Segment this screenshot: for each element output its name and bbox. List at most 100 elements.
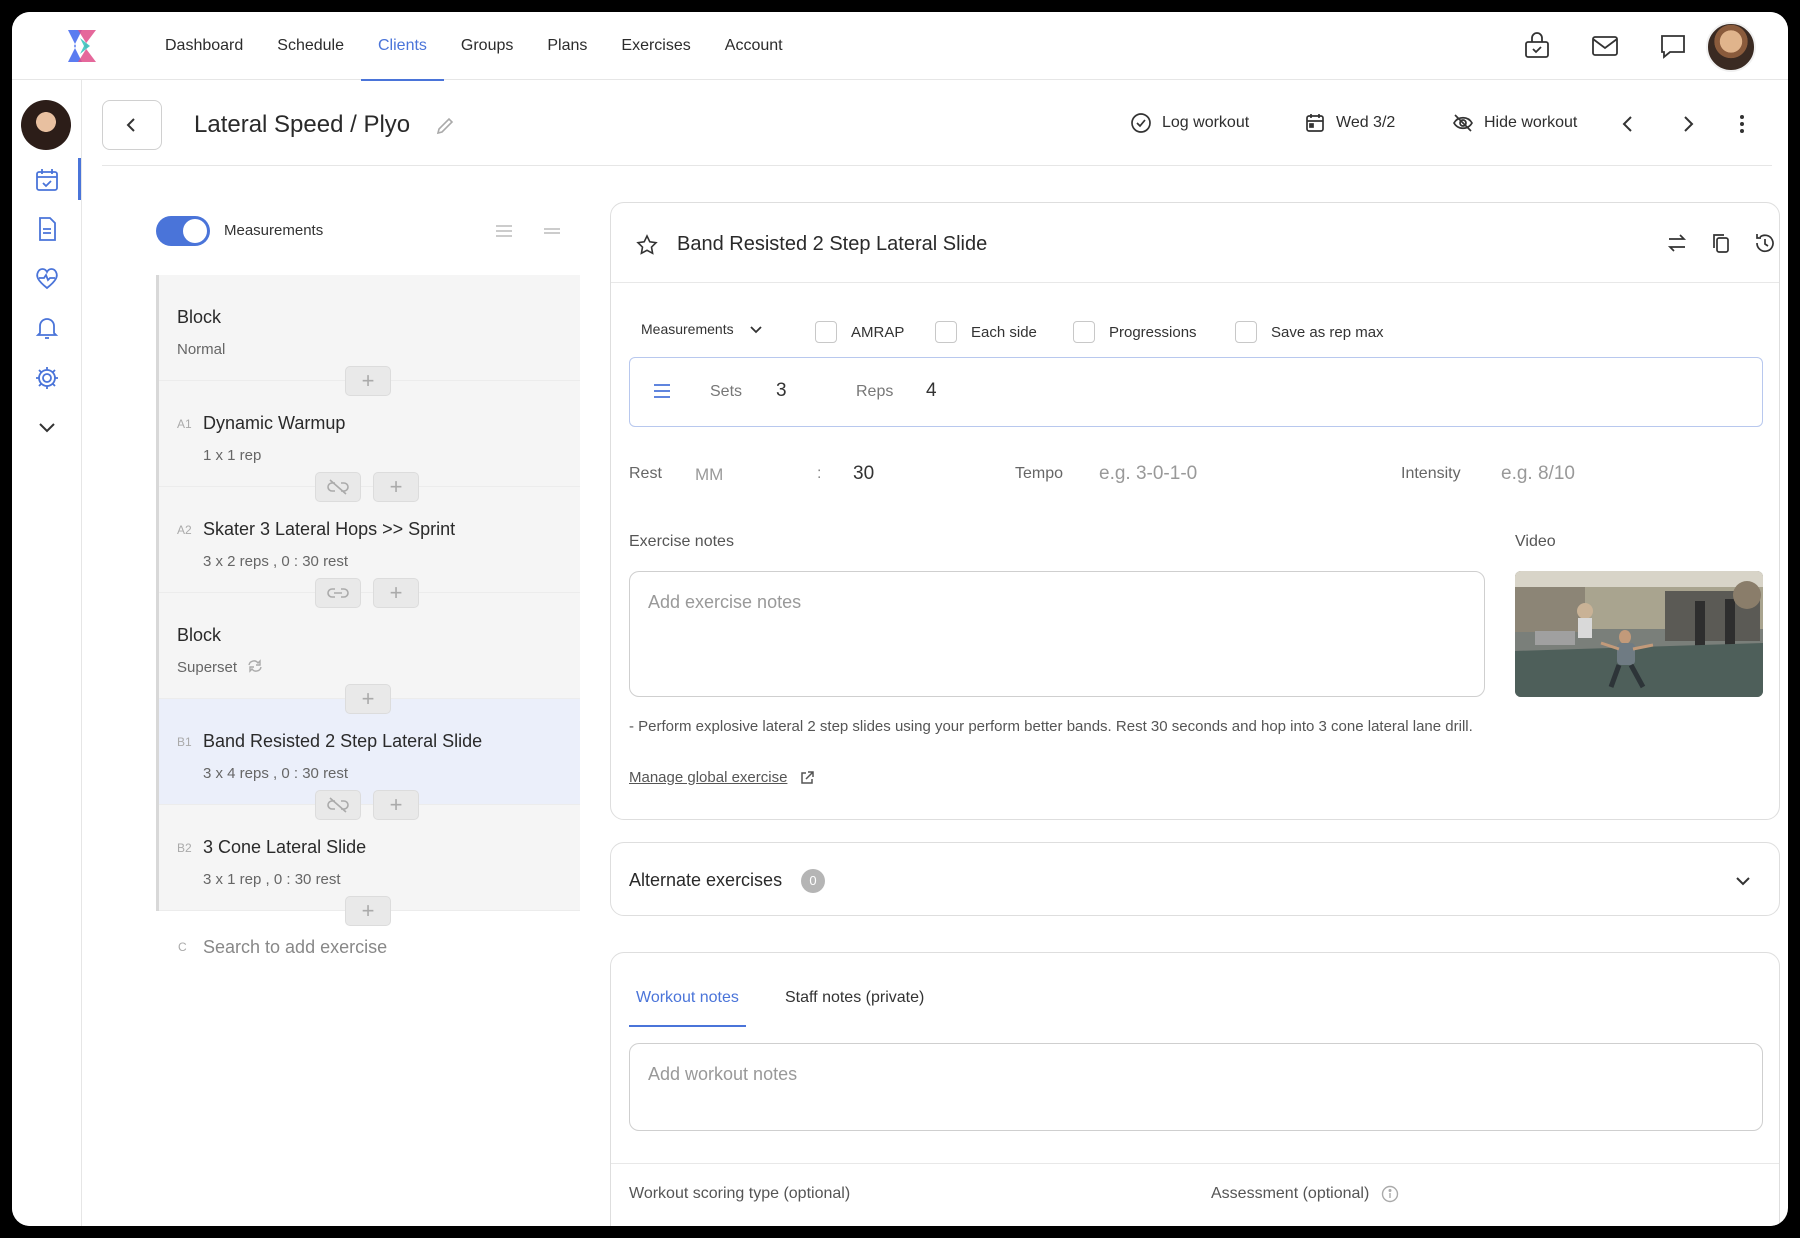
drag-handle-icon[interactable] [652, 382, 672, 400]
star-icon[interactable] [635, 233, 659, 257]
document-icon[interactable] [33, 215, 61, 243]
app-logo-icon[interactable] [62, 28, 102, 64]
calendar-check-icon[interactable] [33, 166, 61, 194]
left-rail [12, 80, 82, 1226]
exercise-code: B1 [177, 735, 192, 749]
measurements-toggle-label: Measurements [224, 222, 324, 239]
list-item-exercise-b2[interactable]: B2 3 Cone Lateral Slide 3 x 1 rep , 0 : … [159, 805, 580, 926]
nav-plans[interactable]: Plans [530, 12, 604, 80]
link-icon [327, 588, 349, 598]
checkbox-box[interactable] [935, 321, 957, 343]
mail-icon[interactable] [1590, 32, 1620, 60]
intensity-label: Intensity [1401, 465, 1461, 482]
gear-icon[interactable] [33, 364, 61, 392]
add-between-button[interactable]: + [345, 896, 391, 926]
add-between-button[interactable]: + [345, 366, 391, 396]
client-avatar[interactable] [21, 100, 71, 150]
tab-workout-notes[interactable]: Workout notes [629, 989, 746, 1027]
log-workout-label: Log workout [1162, 114, 1250, 131]
log-workout-button[interactable]: Log workout [1130, 112, 1249, 134]
date-picker-button[interactable]: Wed 3/2 [1304, 112, 1395, 134]
workout-notes-card: Workout notes Staff notes (private) Add … [610, 952, 1780, 1226]
checkbox-box[interactable] [1073, 321, 1095, 343]
progressions-checkbox[interactable]: Progressions [1073, 321, 1197, 343]
workout-header: Lateral Speed / Plyo Log workout Wed 3/2… [102, 80, 1772, 166]
add-between-button[interactable]: + [373, 790, 419, 820]
chevron-down-icon[interactable] [1731, 869, 1755, 893]
info-icon[interactable] [1381, 1185, 1399, 1203]
measurements-dropdown[interactable]: Measurements [641, 321, 764, 337]
swap-icon[interactable] [1665, 231, 1689, 255]
bell-icon[interactable] [33, 314, 61, 342]
list-item-exercise-b1[interactable]: B1 Band Resisted 2 Step Lateral Slide 3 … [159, 699, 580, 820]
list-item-block-normal[interactable]: Block Normal + [159, 275, 580, 396]
checkbox-label: AMRAP [851, 323, 905, 341]
rest-minutes-input[interactable]: MM [695, 465, 723, 485]
block-name: Block [177, 625, 222, 645]
chat-icon[interactable] [1658, 32, 1688, 60]
divider [611, 1163, 1779, 1164]
rest-seconds-input[interactable]: 30 [853, 463, 874, 485]
pencil-icon[interactable] [434, 115, 456, 137]
user-avatar[interactable] [1706, 22, 1756, 72]
nav-dashboard[interactable]: Dashboard [148, 12, 260, 80]
list-item-block-superset[interactable]: Block Superset + [159, 593, 580, 714]
list-item-exercise-a1[interactable]: A1 Dynamic Warmup 1 x 1 rep + [159, 381, 580, 502]
link-superset-button[interactable] [315, 578, 361, 608]
hide-workout-button[interactable]: Hide workout [1452, 112, 1577, 134]
exercise-code: A1 [177, 417, 192, 431]
block-type: Normal [177, 341, 226, 358]
back-button[interactable] [102, 100, 162, 150]
assessment-field[interactable]: Assessment (optional) [1211, 1185, 1399, 1203]
nav-schedule[interactable]: Schedule [260, 12, 361, 80]
heart-pulse-icon[interactable] [33, 264, 61, 292]
alternate-exercises-card[interactable]: Alternate exercises 0 [610, 842, 1780, 916]
unlink-superset-button[interactable] [315, 472, 361, 502]
unlink-superset-button[interactable] [315, 790, 361, 820]
nav-groups[interactable]: Groups [444, 12, 530, 80]
more-options-icon[interactable] [1730, 112, 1754, 136]
amrap-checkbox[interactable]: AMRAP [815, 321, 904, 343]
nav-exercises[interactable]: Exercises [604, 12, 707, 80]
next-day-icon[interactable] [1676, 112, 1700, 136]
history-icon[interactable] [1753, 231, 1777, 255]
exercise-name: Dynamic Warmup [203, 413, 346, 433]
chevron-down-icon[interactable] [33, 414, 61, 442]
exercise-code: A2 [177, 523, 192, 537]
exercise-summary: 3 x 1 rep , 0 : 30 rest [203, 871, 341, 888]
store-icon[interactable] [1522, 32, 1552, 60]
add-between-button[interactable]: + [373, 578, 419, 608]
add-between-button[interactable]: + [373, 472, 419, 502]
checkbox-box[interactable] [1235, 321, 1257, 343]
checkbox-box[interactable] [815, 321, 837, 343]
search-add-exercise[interactable]: C Search to add exercise [156, 927, 580, 967]
block-type: Superset [177, 659, 263, 676]
reps-input[interactable]: 4 [926, 380, 937, 402]
tab-staff-notes[interactable]: Staff notes (private) [785, 989, 924, 1027]
manage-global-exercise-link[interactable]: Manage global exercise [629, 769, 815, 786]
compact-view-icon[interactable] [542, 222, 562, 240]
exercise-detail-card: Band Resisted 2 Step Lateral Slide Measu… [610, 202, 1780, 820]
list-item-exercise-a2[interactable]: A2 Skater 3 Lateral Hops >> Sprint 3 x 2… [159, 487, 580, 608]
intensity-input[interactable]: e.g. 8/10 [1501, 463, 1575, 485]
previous-day-icon[interactable] [1616, 112, 1640, 136]
exercise-video-thumbnail[interactable] [1515, 571, 1763, 697]
copy-icon[interactable] [1709, 231, 1733, 255]
list-view-icon[interactable] [494, 222, 514, 240]
nav-clients[interactable]: Clients [361, 12, 444, 81]
workout-scoring-type-field[interactable]: Workout scoring type (optional) [629, 1185, 850, 1203]
exercise-summary: 3 x 4 reps , 0 : 30 rest [203, 765, 349, 782]
exercise-description: - Perform explosive lateral 2 step slide… [629, 718, 1473, 735]
save-as-rep-max-checkbox[interactable]: Save as rep max [1235, 321, 1384, 343]
exercise-card-header: Band Resisted 2 Step Lateral Slide [611, 203, 1779, 283]
sets-reps-row[interactable]: Sets 3 Reps 4 [629, 357, 1763, 427]
measurements-toggle[interactable] [156, 216, 210, 246]
sets-input[interactable]: 3 [776, 380, 787, 402]
checkbox-label: Each side [971, 323, 1037, 341]
exercise-notes-textarea[interactable]: Add exercise notes [629, 571, 1485, 697]
add-between-button[interactable]: + [345, 684, 391, 714]
each-side-checkbox[interactable]: Each side [935, 321, 1037, 343]
workout-notes-textarea[interactable]: Add workout notes [629, 1043, 1763, 1131]
nav-account[interactable]: Account [708, 12, 800, 80]
tempo-input[interactable]: e.g. 3-0-1-0 [1099, 463, 1197, 485]
